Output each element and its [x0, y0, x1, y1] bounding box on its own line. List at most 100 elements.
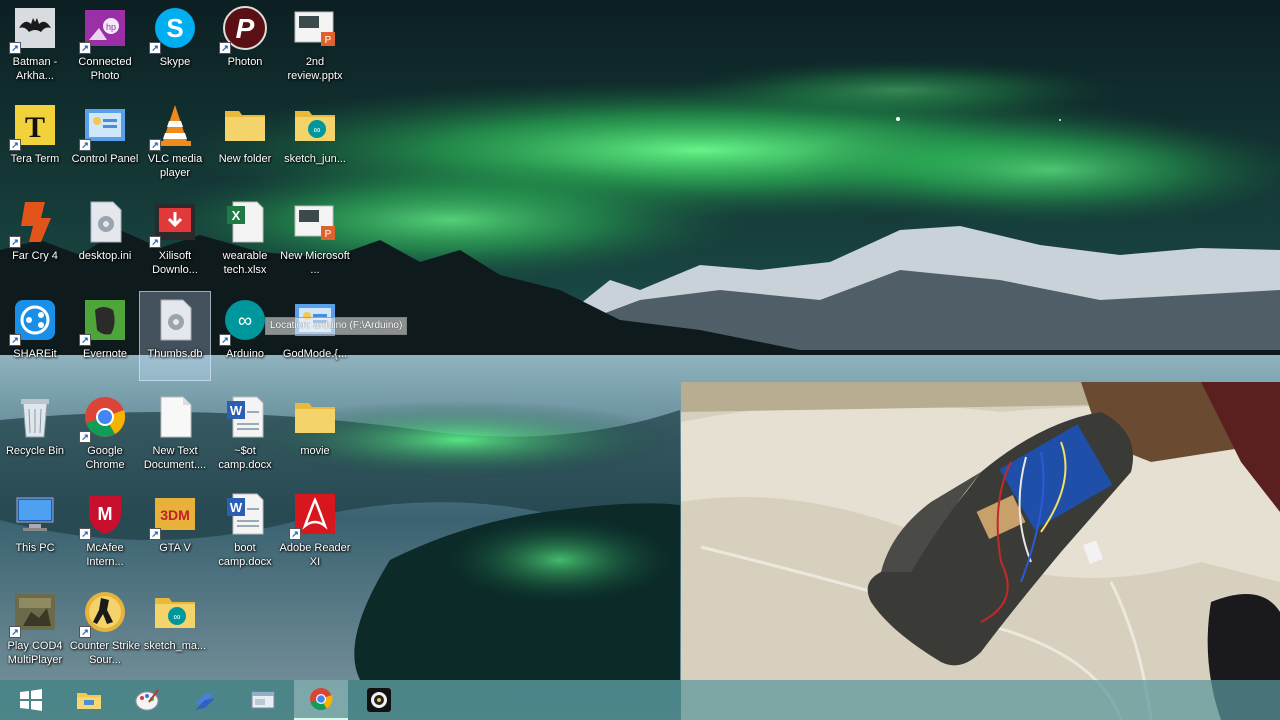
pptx-file-icon: P — [291, 4, 339, 52]
folder-icon — [291, 393, 339, 441]
desktop-icon-label: New Microsoft ... — [280, 250, 350, 276]
chrome-icon: ↗ — [79, 393, 129, 443]
desktop-icon-label: Counter Strike Sour... — [69, 640, 141, 666]
desktop-icon-label: Tera Term — [10, 153, 60, 165]
desktop-icon-tera-term[interactable]: T ↗ Tera Term — [0, 97, 70, 185]
desktop-icon-label: sketch_ma... — [143, 640, 207, 652]
shortcut-arrow-icon: ↗ — [79, 626, 91, 638]
desktop-icon-skype[interactable]: S ↗ Skype — [140, 0, 210, 88]
svg-text:T: T — [25, 111, 45, 144]
evernote-icon: ↗ — [79, 296, 129, 346]
desktop-icon-arduino[interactable]: ∞ ↗ Arduino — [210, 292, 280, 380]
skype-icon: S ↗ — [149, 4, 199, 54]
desktop-icon-far-cry-4[interactable]: ↗ Far Cry 4 — [0, 194, 70, 282]
recycle-bin-icon — [11, 393, 59, 441]
svg-text:P: P — [325, 35, 332, 46]
desktop-icon-godmode[interactable]: GodMode.{... — [280, 292, 350, 380]
desktop-icon-evernote[interactable]: ↗ Evernote — [70, 292, 140, 380]
desktop-icon-desktop-ini[interactable]: desktop.ini — [70, 194, 140, 282]
control-panel-icon: ↗ — [79, 101, 129, 151]
desktop-icon-label: SHAREit — [13, 348, 57, 360]
text-file-icon — [151, 393, 199, 441]
desktop-icon-vlc-media-player[interactable]: ↗ VLC media player — [140, 97, 210, 185]
desktop-icon-new-folder[interactable]: New folder — [210, 97, 280, 185]
adobe-reader-icon: ↗ — [289, 490, 339, 540]
desktop-icon-adobe-reader-xi[interactable]: ↗ Adobe Reader XI — [280, 486, 350, 574]
arduino-folder-icon: ∞ — [291, 101, 339, 149]
shortcut-arrow-icon: ↗ — [149, 528, 161, 540]
shortcut-arrow-icon: ↗ — [79, 528, 91, 540]
svg-text:∞: ∞ — [313, 125, 320, 136]
svg-text:∞: ∞ — [238, 310, 252, 332]
shortcut-arrow-icon: ↗ — [289, 528, 301, 540]
camera-lens-icon — [367, 688, 391, 712]
photon-icon: P ↗ — [219, 4, 269, 54]
desktop-icon-label: wearable tech.xlsx — [222, 250, 268, 276]
start-button[interactable] — [4, 680, 58, 720]
shortcut-arrow-icon: ↗ — [9, 139, 21, 151]
desktop-icon-sketch-jun[interactable]: ∞ sketch_jun... — [280, 97, 350, 185]
desktop-icon-label: Adobe Reader XI — [279, 542, 351, 568]
svg-text:hp: hp — [106, 22, 116, 32]
desktop-icon-label: Google Chrome — [85, 445, 125, 471]
desktop-icon-label: Far Cry 4 — [12, 250, 58, 262]
desktop-icon-label: ~$ot camp.docx — [218, 445, 272, 471]
desktop-icon-photon[interactable]: P ↗ Photon — [210, 0, 280, 88]
desktop-icon-boot-camp-docx[interactable]: Wboot camp.docx — [210, 486, 280, 574]
taskbar-file-explorer[interactable] — [62, 680, 116, 720]
shortcut-arrow-icon: ↗ — [79, 42, 91, 54]
desktop-icon-play-cod4-multiplayer[interactable]: ↗ Play COD4 MultiPlayer — [0, 584, 70, 672]
taskbar-app-window[interactable] — [236, 680, 290, 720]
desktop-icon-thumbs-db[interactable]: Thumbs.db — [139, 291, 211, 381]
desktop-icon-wearable-tech-xlsx[interactable]: Xwearable tech.xlsx — [210, 194, 280, 282]
desktop-icon-recycle-bin[interactable]: Recycle Bin — [0, 389, 70, 477]
shareit-icon: ↗ — [9, 296, 59, 346]
taskbar-google-chrome[interactable] — [294, 680, 348, 720]
desktop-icon-ot-camp-docx[interactable]: W ~$ot camp.docx — [210, 389, 280, 477]
shortcut-arrow-icon: ↗ — [219, 334, 231, 346]
desktop-icon-control-panel[interactable]: ↗ Control Panel — [70, 97, 140, 185]
desktop-icon-gta-v[interactable]: 3DM ↗ GTA V — [140, 486, 210, 574]
desktop-icon-label: VLC media player — [147, 153, 203, 179]
desktop-icon-batman-arkha[interactable]: ↗ Batman - Arkha... — [0, 0, 70, 88]
desktop-icon-label: Play COD4 MultiPlayer — [7, 640, 63, 666]
docx-file-icon: W — [221, 490, 269, 538]
desktop-icon-label: GodMode.{... — [282, 348, 348, 360]
desktop-icon-label: Skype — [159, 56, 191, 68]
mcafee-icon: M ↗ — [79, 490, 129, 540]
desktop-icon-movie[interactable]: movie — [280, 389, 350, 477]
shortcut-arrow-icon: ↗ — [79, 431, 91, 443]
taskbar-visual-studio[interactable] — [178, 680, 232, 720]
desktop-icon-label: 2nd review.pptx — [287, 56, 343, 82]
desktop-icon-new-microsoft[interactable]: P New Microsoft ... — [280, 194, 350, 282]
taskbar-paint[interactable] — [120, 680, 174, 720]
settings-file-icon — [81, 198, 129, 246]
desktop-icon-sketch-ma[interactable]: ∞ sketch_ma... — [140, 584, 210, 672]
desktop-icon-counter-strike-sour[interactable]: ↗ Counter Strike Sour... — [70, 584, 140, 672]
desktop-icon-new-text-document[interactable]: New Text Document.... — [140, 389, 210, 477]
desktop-icon-2nd-review-pptx[interactable]: P 2nd review.pptx — [280, 0, 350, 88]
taskbar-media-app[interactable] — [352, 680, 406, 720]
desktop-icon-grid: ↗ Batman - Arkha... hp ↗ Connected Photo S ↗ Sk… — [0, 0, 680, 680]
desktop-icon-xilisoft-downlo[interactable]: ↗ Xilisoft Downlo... — [140, 194, 210, 282]
desktop-icon-connected-photo[interactable]: hp ↗ Connected Photo — [70, 0, 140, 88]
desktop-icon-shareit[interactable]: ↗ SHAREit — [0, 292, 70, 380]
desktop-icon-label: Connected Photo — [78, 56, 132, 82]
pptx-file-icon: P — [291, 198, 339, 246]
desktop-icon-label: Photon — [227, 56, 263, 68]
svg-text:P: P — [325, 229, 332, 240]
tera-term-icon: T ↗ — [9, 101, 59, 151]
desktop-icon-label: movie — [300, 445, 330, 457]
desktop-icon-mcafee-intern[interactable]: M ↗ McAfee Intern... — [70, 486, 140, 574]
this-pc-icon — [11, 490, 59, 538]
shortcut-arrow-icon: ↗ — [9, 626, 21, 638]
desktop-icon-this-pc[interactable]: This PC — [0, 486, 70, 574]
desktop-icon-google-chrome[interactable]: ↗ Google Chrome — [70, 389, 140, 477]
xilisoft-download-icon: ↗ — [149, 198, 199, 248]
docx-file-icon: W — [221, 393, 269, 441]
desktop-icon-label: McAfee Intern... — [86, 542, 124, 568]
svg-text:3DM: 3DM — [160, 507, 190, 523]
svg-text:W: W — [230, 403, 243, 418]
desktop-icon-label: desktop.ini — [78, 250, 132, 262]
svg-text:W: W — [230, 500, 243, 515]
